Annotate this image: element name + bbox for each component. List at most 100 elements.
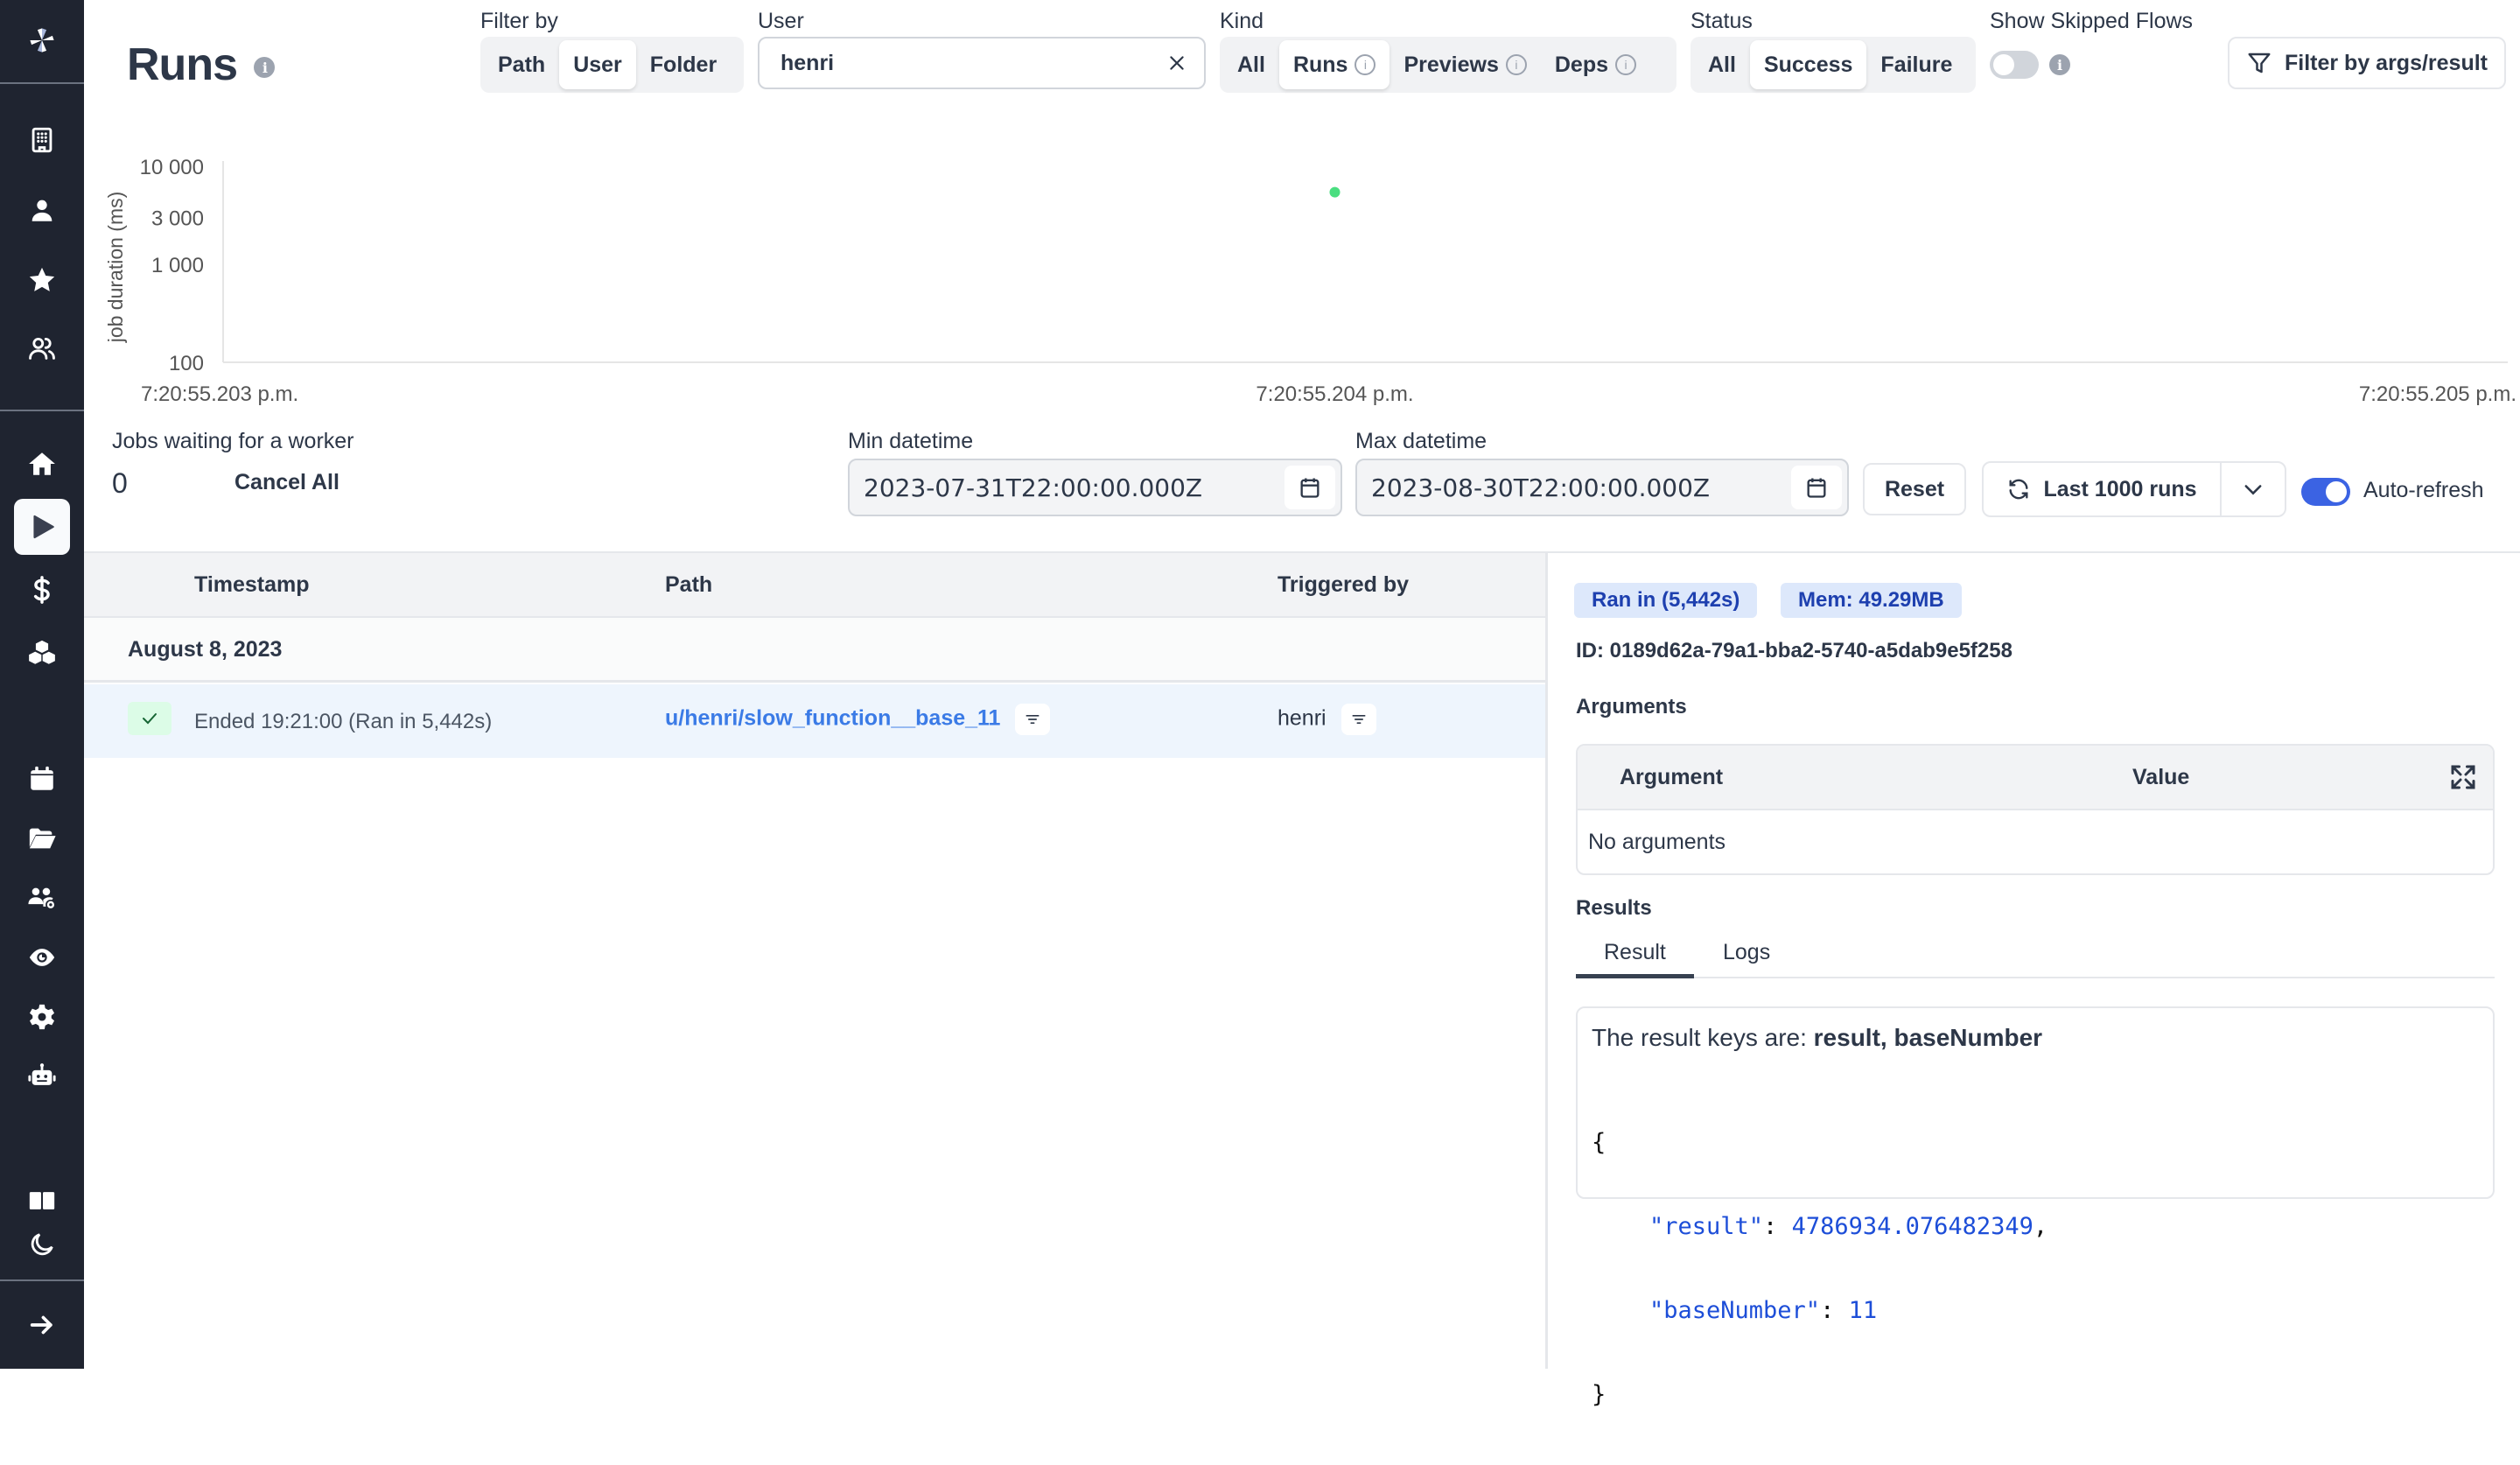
user-label: User bbox=[758, 9, 804, 33]
user-input-value: henri bbox=[780, 50, 835, 75]
user-icon[interactable] bbox=[14, 182, 70, 238]
tab-result[interactable]: Result bbox=[1576, 940, 1694, 978]
play-icon[interactable] bbox=[14, 499, 70, 555]
filter-user-button[interactable] bbox=[1340, 704, 1376, 735]
info-icon: i bbox=[1615, 54, 1637, 75]
calendar-icon[interactable] bbox=[1284, 466, 1335, 509]
gear-icon[interactable] bbox=[14, 989, 70, 1045]
groups-icon[interactable] bbox=[14, 870, 70, 926]
max-datetime-label: Max datetime bbox=[1355, 429, 1488, 453]
result-keys: result, baseNumber bbox=[1813, 1024, 2043, 1051]
min-datetime-label: Min datetime bbox=[848, 429, 974, 453]
row-path-link[interactable]: u/henri/slow_function__base_11 bbox=[665, 706, 1000, 731]
arrow-right-icon[interactable] bbox=[14, 1297, 70, 1353]
queue-label: Jobs waiting for a worker bbox=[112, 429, 354, 453]
filter-path-button[interactable] bbox=[1015, 704, 1051, 735]
kind-deps[interactable]: Deps i bbox=[1541, 40, 1650, 89]
calendar-icon[interactable] bbox=[14, 751, 70, 807]
eye-icon[interactable] bbox=[14, 929, 70, 985]
logo-icon[interactable] bbox=[14, 12, 70, 68]
kind-runs[interactable]: Runs i bbox=[1278, 40, 1390, 89]
refresh-runs-button[interactable]: Last 1000 runs bbox=[1982, 461, 2222, 517]
row-triggered-by: henri bbox=[1278, 705, 1326, 731]
skipped-flows-label: Show Skipped Flows bbox=[1990, 9, 2194, 33]
chart-x-tick-label: 7:20:55.205 p.m. bbox=[2359, 382, 2516, 406]
calendar-icon[interactable] bbox=[1791, 466, 1842, 509]
json-trail: , bbox=[2033, 1213, 2048, 1240]
auto-refresh-toggle[interactable] bbox=[2301, 478, 2350, 506]
expand-icon[interactable] bbox=[2447, 761, 2479, 797]
chart-x-tick-label: 7:20:55.204 p.m. bbox=[1256, 382, 1413, 406]
table-row[interactable]: Ended 19:21:00 (Ran in 5,442s) u/henri/s… bbox=[84, 684, 1545, 758]
toggle-knob bbox=[1993, 54, 2014, 75]
column-header-argument: Argument bbox=[1620, 765, 1724, 789]
results-title: Results bbox=[1576, 896, 1652, 920]
robot-icon[interactable] bbox=[14, 1048, 70, 1104]
info-icon[interactable]: i bbox=[254, 57, 276, 79]
run-detail-panel: Ran in (5,442s) Mem: 49.29MB ID: 0189d62… bbox=[1545, 551, 2520, 1408]
status-label: Status bbox=[1690, 9, 1753, 33]
kind-label: Kind bbox=[1220, 9, 1264, 33]
filter-by-toggle: Path User Folder bbox=[480, 37, 744, 93]
runs-dropdown-button[interactable] bbox=[2220, 461, 2286, 517]
min-datetime-value: 2023-07-31T22:00:00.000Z bbox=[864, 473, 1203, 502]
moon-icon[interactable] bbox=[14, 1216, 70, 1272]
arguments-table: Argument Value No arguments bbox=[1576, 744, 2495, 875]
json-key: "baseNumber" bbox=[1649, 1297, 1821, 1324]
cancel-all-button[interactable]: Cancel All bbox=[234, 470, 340, 495]
column-header-triggered-by: Triggered by bbox=[1278, 572, 1410, 597]
date-group-label: August 8, 2023 bbox=[128, 637, 283, 662]
reset-button[interactable]: Reset bbox=[1863, 463, 1966, 515]
cubes-icon[interactable] bbox=[14, 625, 70, 681]
tab-logs[interactable]: Logs bbox=[1695, 940, 1798, 978]
skipped-flows-toggle[interactable] bbox=[1990, 51, 2039, 79]
info-icon: i bbox=[1354, 54, 1376, 75]
users-icon[interactable] bbox=[14, 320, 70, 376]
result-keys-line: The result keys are: result, baseNumber bbox=[1592, 1024, 2042, 1052]
status-all[interactable]: All bbox=[1694, 40, 1750, 89]
workspace-icon[interactable] bbox=[14, 112, 70, 168]
table-header: Timestamp Path Triggered by bbox=[84, 553, 1545, 618]
sidebar-divider bbox=[0, 1279, 84, 1281]
json-line: "baseNumber": 11 bbox=[1649, 1297, 1878, 1324]
kind-all[interactable]: All bbox=[1223, 40, 1279, 89]
json-line: "result": 4786934.076482349, bbox=[1649, 1213, 2048, 1240]
status-failure[interactable]: Failure bbox=[1866, 40, 1966, 89]
close-icon[interactable] bbox=[1162, 47, 1192, 79]
min-datetime-input[interactable]: 2023-07-31T22:00:00.000Z bbox=[848, 459, 1342, 516]
chart-data-point bbox=[1329, 186, 1340, 198]
page-title-text: Runs bbox=[127, 39, 238, 90]
sidebar-divider bbox=[0, 82, 84, 84]
result-tabs: Result Logs bbox=[1576, 940, 2495, 978]
chart-y-tick-label: 10 000 bbox=[140, 156, 204, 179]
arguments-title: Arguments bbox=[1576, 695, 1687, 718]
info-icon[interactable]: i bbox=[2049, 54, 2070, 75]
json-close-brace: } bbox=[1592, 1381, 1606, 1408]
no-arguments-text: No arguments bbox=[1588, 830, 1726, 854]
user-input[interactable]: henri bbox=[758, 37, 1206, 89]
queue-count: 0 bbox=[112, 467, 128, 499]
dollar-icon[interactable] bbox=[14, 562, 70, 618]
status-success[interactable]: Success bbox=[1749, 40, 1867, 89]
chart-y-tick-label: 100 bbox=[169, 352, 204, 375]
max-datetime-input[interactable]: 2023-08-30T22:00:00.000Z bbox=[1355, 459, 1849, 516]
star-icon[interactable] bbox=[14, 252, 70, 308]
result-json: { "result": 4786934.076482349, "baseNumb… bbox=[1592, 1073, 2048, 1465]
success-status-icon bbox=[128, 702, 172, 735]
kind-toggle: All Runs i Previews i Deps i bbox=[1220, 37, 1676, 93]
chart-ylabel: job duration (ms) bbox=[104, 192, 127, 344]
json-value: 4786934.076482349 bbox=[1791, 1213, 2034, 1240]
folder-icon[interactable] bbox=[14, 810, 70, 866]
filter-by-args-button[interactable]: Filter by args/result bbox=[2228, 37, 2506, 89]
column-header-path: Path bbox=[665, 572, 713, 597]
filter-by-folder[interactable]: Folder bbox=[636, 40, 731, 89]
kind-previews[interactable]: Previews i bbox=[1390, 40, 1540, 89]
row-path-cell: u/henri/slow_function__base_11 bbox=[665, 704, 1051, 735]
column-header-value: Value bbox=[2132, 765, 2190, 789]
home-icon[interactable] bbox=[14, 436, 70, 492]
filter-by-user[interactable]: User bbox=[559, 40, 636, 89]
json-key: "result" bbox=[1649, 1213, 1764, 1240]
run-id: ID: 0189d62a-79a1-bba2-5740-a5dab9e5f258 bbox=[1576, 639, 2012, 662]
filter-by-path[interactable]: Path bbox=[484, 40, 559, 89]
row-triggered-cell: henri bbox=[1278, 704, 1376, 735]
